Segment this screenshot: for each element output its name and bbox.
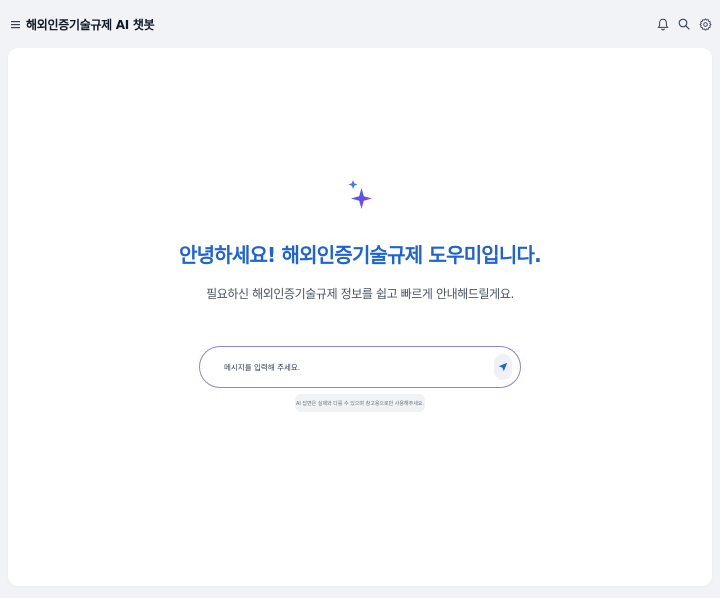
send-icon bbox=[498, 362, 508, 372]
sparkle-icon bbox=[348, 179, 374, 215]
search-icon[interactable] bbox=[677, 17, 691, 31]
gear-icon[interactable] bbox=[698, 17, 712, 31]
ai-disclaimer: AI 답변은 실제와 다를 수 있으며 참고용으로만 사용해주세요. bbox=[295, 394, 425, 412]
message-input-container bbox=[199, 346, 521, 388]
app-title: 해외인증기술규제 AI 챗봇 bbox=[26, 17, 155, 32]
send-button[interactable] bbox=[494, 354, 512, 380]
welcome-headline: 안녕하세요! 해외인증기술규제 도우미입니다. bbox=[179, 243, 542, 267]
welcome-subtitle: 필요하신 해외인증기술규제 정보를 쉽고 빠르게 안내해드릴게요. bbox=[206, 287, 514, 301]
chat-panel: 안녕하세요! 해외인증기술규제 도우미입니다. 필요하신 해외인증기술규제 정보… bbox=[8, 48, 712, 586]
hamburger-menu-icon[interactable] bbox=[8, 17, 22, 31]
top-bar: 해외인증기술규제 AI 챗봇 bbox=[0, 0, 720, 48]
message-input[interactable] bbox=[222, 361, 494, 373]
bell-icon[interactable] bbox=[656, 17, 670, 31]
header-actions bbox=[656, 17, 712, 31]
